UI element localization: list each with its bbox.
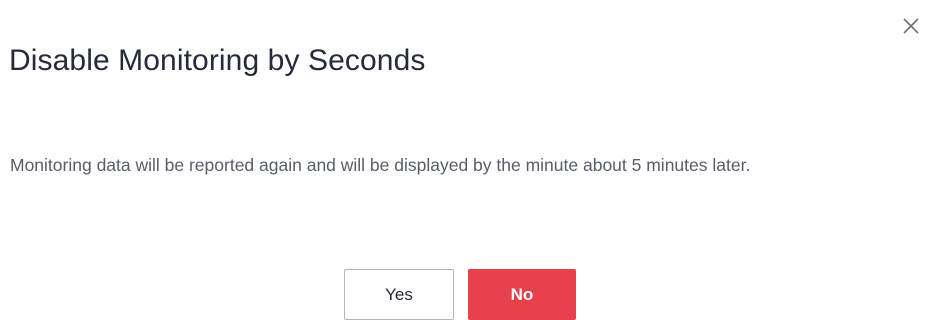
dialog-footer: Yes No — [0, 269, 928, 320]
yes-button[interactable]: Yes — [344, 269, 454, 320]
confirm-dialog: Disable Monitoring by Seconds Monitoring… — [0, 0, 928, 320]
no-button[interactable]: No — [468, 269, 576, 320]
dialog-title: Disable Monitoring by Seconds — [9, 44, 426, 77]
close-button[interactable] — [897, 12, 925, 40]
close-icon — [902, 17, 920, 35]
dialog-message: Monitoring data will be reported again a… — [10, 155, 751, 175]
